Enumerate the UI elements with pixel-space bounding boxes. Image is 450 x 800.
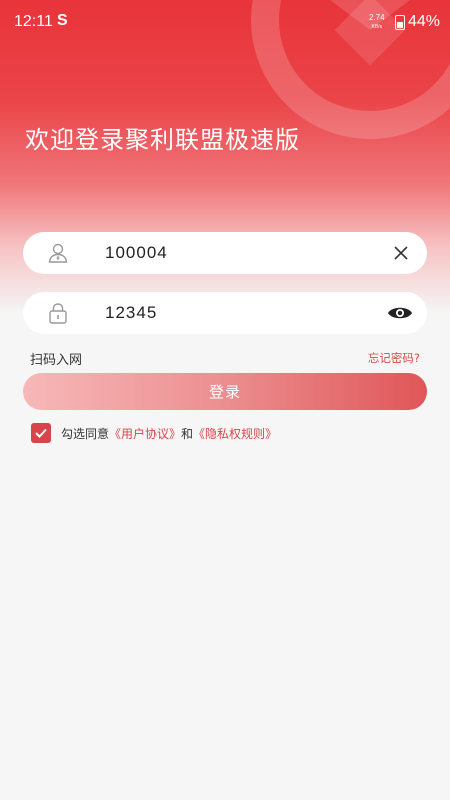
network-speed: 2.74 KB/s (369, 14, 385, 31)
username-field[interactable]: 100004 (23, 232, 427, 274)
network-speed-value: 2.74 (369, 13, 385, 22)
network-speed-unit: KB/s (371, 24, 383, 30)
agreement-and: 和 (181, 426, 194, 441)
battery-level: 44% (408, 13, 441, 30)
forgot-password-link[interactable]: 忘记密码? (368, 350, 420, 366)
agreement-row: 勾选同意 《用户协议》 和 《隐私权规则》 (31, 423, 277, 443)
eye-icon[interactable] (387, 303, 413, 323)
status-time: 12:11 (14, 13, 53, 30)
agreement-checkbox[interactable] (31, 423, 51, 443)
clear-icon[interactable] (391, 243, 411, 263)
lock-icon (49, 303, 67, 324)
agreement-prefix: 勾选同意 (61, 426, 110, 441)
scan-to-join-link[interactable]: 扫码入网 (30, 349, 82, 368)
checkmark-icon (35, 428, 47, 438)
password-field[interactable]: 12345 (23, 292, 427, 334)
battery-icon (395, 15, 405, 30)
password-value[interactable]: 12345 (105, 303, 157, 323)
username-value[interactable]: 100004 (105, 243, 168, 263)
user-icon (48, 243, 68, 263)
status-bar: 12:11 S 2.74 KB/s 44% (0, 0, 450, 44)
privacy-policy-link[interactable]: 《隐私权规则》 (193, 425, 277, 442)
app-notification-icon: S (57, 12, 68, 29)
hero-background (0, 0, 450, 330)
page-title: 欢迎登录聚利联盟极速版 (25, 126, 300, 154)
login-button[interactable]: 登录 (23, 373, 427, 410)
user-agreement-link[interactable]: 《用户协议》 (109, 425, 181, 442)
